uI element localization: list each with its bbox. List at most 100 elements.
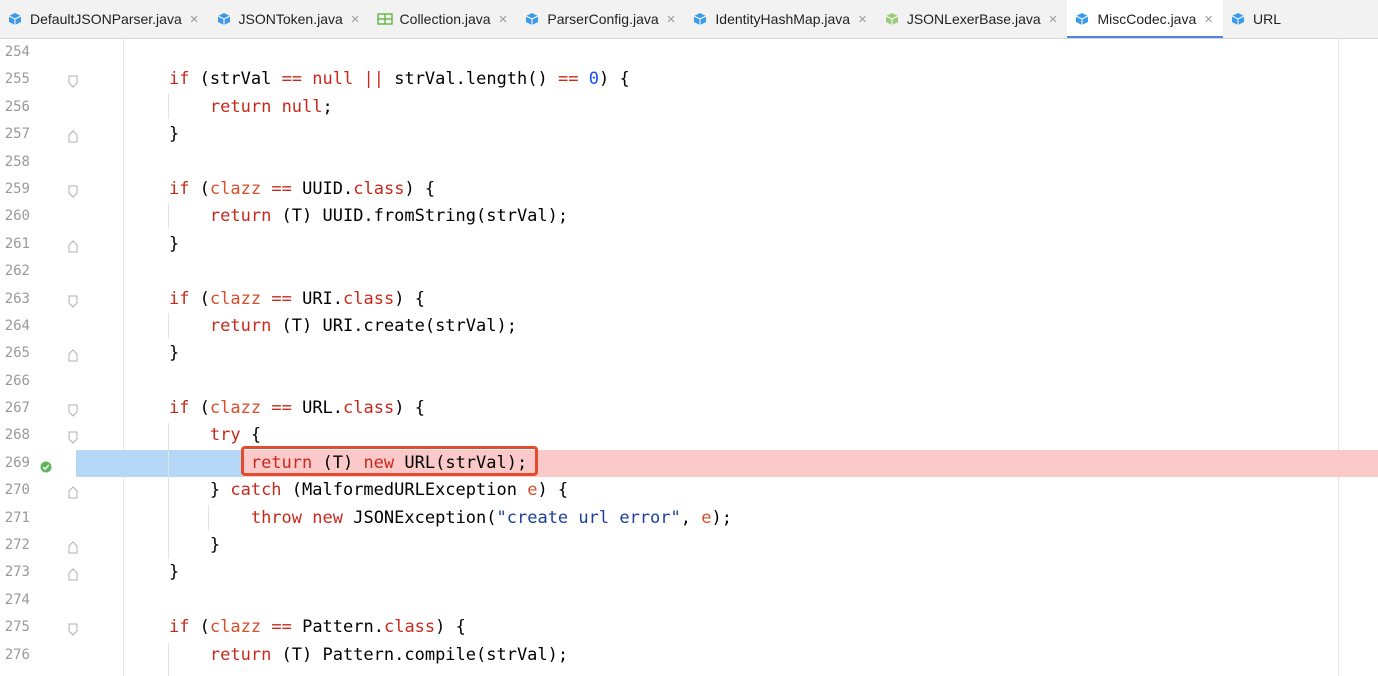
code-line[interactable]: 266 — [0, 368, 1378, 395]
line-number[interactable]: 264 — [0, 313, 30, 340]
code-editor[interactable]: 254 255 if (strVal == null || strVal.len… — [0, 39, 1378, 669]
code-line[interactable]: 258 — [0, 149, 1378, 176]
line-number[interactable]: 254 — [0, 39, 30, 66]
close-icon[interactable]: × — [858, 11, 867, 28]
line-number[interactable]: 259 — [0, 176, 30, 203]
line-number[interactable]: 261 — [0, 231, 30, 258]
java-class-icon — [215, 10, 233, 28]
code-line[interactable]: 274 — [0, 587, 1378, 614]
code-line[interactable]: 276 return (T) Pattern.compile(strVal); — [0, 642, 1378, 669]
code-line[interactable]: 273 } — [0, 559, 1378, 586]
tab-misccodec-java[interactable]: MiscCodec.java × — [1067, 0, 1224, 38]
line-number[interactable]: 262 — [0, 258, 30, 285]
code-line[interactable]: 254 — [0, 39, 1378, 66]
line-number[interactable]: 273 — [0, 559, 30, 586]
code-line[interactable]: 256 return null; — [0, 94, 1378, 121]
tab-parserconfig-java[interactable]: ParserConfig.java × — [517, 0, 685, 38]
tab-url[interactable]: URL — [1223, 0, 1291, 38]
code-text: return (T) UUID.fromString(strVal); — [209, 206, 569, 227]
fold-toggle-icon[interactable] — [68, 566, 78, 581]
close-icon[interactable]: × — [190, 11, 199, 28]
java-abstract-class-icon — [883, 10, 901, 28]
java-class-icon — [1073, 10, 1091, 28]
code-line[interactable]: 267 if (clazz == URL.class) { — [0, 395, 1378, 422]
java-class-icon — [1229, 10, 1247, 28]
close-icon[interactable]: × — [1204, 11, 1213, 28]
code-line[interactable]: 255 if (strVal == null || strVal.length(… — [0, 66, 1378, 93]
code-text: if (clazz == URI.class) { — [168, 288, 425, 309]
code-line[interactable]: 264 return (T) URI.create(strVal); — [0, 313, 1378, 340]
fold-toggle-icon[interactable] — [68, 402, 78, 417]
line-number[interactable]: 256 — [0, 94, 30, 121]
code-line[interactable]: 259 if (clazz == UUID.class) { — [0, 176, 1378, 203]
fold-toggle-icon[interactable] — [68, 183, 78, 198]
line-number[interactable]: 266 — [0, 368, 30, 395]
fold-toggle-icon[interactable] — [68, 293, 78, 308]
fold-toggle-icon[interactable] — [68, 128, 78, 143]
code-line[interactable]: 270 } catch (MalformedURLException e) { — [0, 477, 1378, 504]
line-number[interactable]: 270 — [0, 477, 30, 504]
code-line[interactable]: 268 try { — [0, 422, 1378, 449]
code-line[interactable]: 261 } — [0, 231, 1378, 258]
line-number[interactable]: 258 — [0, 149, 30, 176]
close-icon[interactable]: × — [351, 11, 360, 28]
code-text: return null; — [209, 96, 333, 117]
code-text: if (clazz == UUID.class) { — [168, 178, 436, 199]
code-line[interactable]: 257 } — [0, 121, 1378, 148]
fold-toggle-icon[interactable] — [68, 238, 78, 253]
indent-guide — [168, 423, 169, 559]
code-text: throw new JSONException("create url erro… — [250, 507, 732, 528]
line-number[interactable]: 269 — [0, 450, 30, 477]
line-number[interactable]: 260 — [0, 203, 30, 230]
fold-toggle-icon[interactable] — [68, 484, 78, 499]
code-text: try { — [209, 425, 262, 446]
indent-guide — [208, 505, 209, 531]
line-number[interactable]: 265 — [0, 340, 30, 367]
line-number[interactable]: 271 — [0, 505, 30, 532]
fold-toggle-icon[interactable] — [68, 347, 78, 362]
line-number[interactable]: 274 — [0, 587, 30, 614]
code-line[interactable]: 275 if (clazz == Pattern.class) { — [0, 614, 1378, 641]
tab-label: JSONToken.java — [238, 11, 343, 27]
code-line[interactable]: 262 — [0, 258, 1378, 285]
breakpoint-check-icon[interactable] — [40, 458, 52, 473]
code-text: } — [128, 562, 180, 583]
line-number[interactable]: 276 — [0, 642, 30, 669]
code-line[interactable]: 263 if (clazz == URI.class) { — [0, 286, 1378, 313]
fold-toggle-icon[interactable] — [68, 539, 78, 554]
code-line[interactable]: 271 throw new JSONException("create url … — [0, 505, 1378, 532]
line-number[interactable]: 275 — [0, 614, 30, 641]
tab-jsontoken-java[interactable]: JSONToken.java × — [209, 0, 370, 38]
close-icon[interactable]: × — [1049, 11, 1058, 28]
tab-collection-java[interactable]: Collection.java × — [370, 0, 518, 38]
tab-label: JSONLexerBase.java — [906, 11, 1041, 27]
line-number[interactable]: 257 — [0, 121, 30, 148]
tab-label: ParserConfig.java — [547, 11, 659, 27]
code-text: return (T) Pattern.compile(strVal); — [209, 644, 569, 665]
tab-jsonlexerbase-java[interactable]: JSONLexerBase.java × — [877, 0, 1068, 38]
line-number[interactable]: 272 — [0, 532, 30, 559]
tab-identityhashmap-java[interactable]: IdentityHashMap.java × — [685, 0, 876, 38]
line-number[interactable]: 255 — [0, 66, 30, 93]
close-icon[interactable]: × — [499, 11, 508, 28]
line-number[interactable]: 263 — [0, 286, 30, 313]
code-text: if (clazz == Pattern.class) { — [168, 617, 466, 638]
java-interface-icon — [376, 10, 394, 28]
code-line[interactable]: 272 } — [0, 532, 1378, 559]
line-number[interactable]: 268 — [0, 422, 30, 449]
code-text: } — [128, 535, 221, 556]
code-line[interactable]: 269 return (T) new URL(strVal); — [0, 449, 1378, 478]
tab-label: URL — [1253, 11, 1282, 27]
java-class-icon — [6, 10, 24, 28]
fold-toggle-icon[interactable] — [68, 429, 78, 445]
line-number[interactable]: 267 — [0, 395, 30, 422]
fold-toggle-icon[interactable] — [68, 73, 78, 89]
fold-toggle-icon[interactable] — [68, 621, 78, 636]
tab-defaultjsonparser-java[interactable]: DefaultJSONParser.java × — [0, 0, 209, 38]
code-line[interactable]: 260 return (T) UUID.fromString(strVal); — [0, 203, 1378, 230]
code-line[interactable]: 265 } — [0, 340, 1378, 367]
close-icon[interactable]: × — [667, 11, 676, 28]
